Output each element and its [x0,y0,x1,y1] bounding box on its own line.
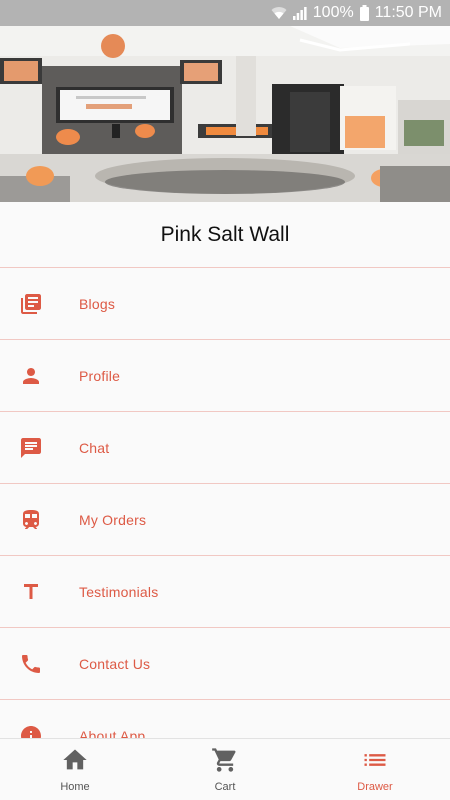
list-icon [361,746,389,779]
nav-home-button[interactable]: Home [0,739,150,800]
blog-icon [0,292,79,316]
menu-item-label: Contact Us [79,655,151,672]
nav-cart-button[interactable]: Cart [150,739,300,800]
chat-icon [0,436,79,460]
menu-item-label: Profile [79,367,121,384]
menu-item-blogs[interactable]: Blogs [0,268,450,340]
wifi-icon [271,6,287,20]
bottom-navigation: Home Cart Drawer [0,738,450,800]
menu-item-label: Blogs [79,295,116,312]
menu-item-chat[interactable]: Chat [0,412,450,484]
menu-item-about-app[interactable]: About App [0,700,450,738]
menu-item-label: My Orders [79,511,147,528]
menu-item-profile[interactable]: Profile [0,340,450,412]
person-icon [0,364,79,388]
menu-item-label: Chat [79,439,110,456]
nav-drawer-button[interactable]: Drawer [300,739,450,800]
menu-item-label: About App [79,727,146,739]
cart-icon [211,746,239,779]
text-icon [0,580,79,604]
phone-icon [0,652,79,676]
drawer-title: Pink Salt Wall [0,202,450,268]
status-bar: 100% 11:50 PM [0,0,450,26]
signal-icon [292,6,307,20]
clock: 11:50 PM [374,4,442,21]
nav-home-label: Home [60,781,90,793]
menu-item-contact-us[interactable]: Contact Us [0,628,450,700]
nav-drawer-label: Drawer [357,781,393,793]
battery-icon [359,5,369,21]
menu-item-my-orders[interactable]: My Orders [0,484,450,556]
menu-item-label: Testimonials [79,583,159,600]
menu-item-testimonials[interactable]: Testimonials [0,556,450,628]
battery-percent: 100% [312,4,354,21]
train-icon [0,508,79,532]
info-icon [0,724,79,738]
nav-cart-label: Cart [214,781,236,793]
header-banner-image [0,26,450,202]
home-icon [61,746,89,779]
drawer-menu: Blogs Profile Chat My Orders Testimonial… [0,268,450,738]
